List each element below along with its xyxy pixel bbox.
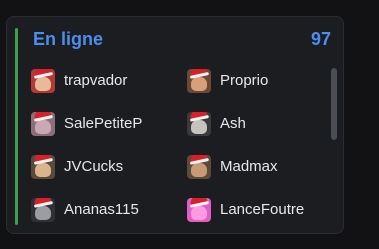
user-item-trapvador[interactable]: trapvador [31,68,187,94]
user-name[interactable]: Ananas115 [64,201,139,219]
avatar-face [191,163,207,177]
user-name[interactable]: Madmax [220,158,278,176]
online-count: 97 [310,29,331,49]
user-item-jvcucks[interactable]: JVCucks [31,154,187,180]
santa-hat-icon [189,112,208,120]
avatar [31,112,55,136]
avatar-face [35,77,51,91]
user-name[interactable]: SalePetiteP [64,115,142,133]
avatar [187,112,211,136]
avatar-face [191,120,207,134]
avatar-face [35,163,51,177]
avatar [187,155,211,179]
avatar [31,155,55,179]
santa-hat-icon [33,112,52,120]
user-name[interactable]: Proprio [220,72,268,90]
avatar [31,198,55,222]
user-name[interactable]: Ash [220,115,246,133]
avatar-face [35,120,51,134]
user-item-salepetitep[interactable]: SalePetiteP [31,111,187,137]
user-name[interactable]: trapvador [64,72,127,90]
avatar-face [35,206,51,220]
avatar [187,198,211,222]
scrollbar-thumb[interactable] [331,68,337,140]
santa-hat-icon [33,198,52,206]
accent-bar [15,28,18,225]
user-item-madmax[interactable]: Madmax [187,154,321,180]
user-item-ananas115[interactable]: Ananas115 [31,197,187,223]
user-list: trapvador Proprio SalePetiteP Ash JVCuck… [31,68,321,233]
user-name[interactable]: JVCucks [64,158,123,176]
user-name[interactable]: LanceFoutre [220,201,304,219]
santa-hat-icon [189,155,208,163]
online-users-panel: En ligne 97 trapvador Proprio SalePetite… [6,16,344,234]
user-item-ash[interactable]: Ash [187,111,321,137]
santa-hat-icon [33,69,52,77]
santa-hat-icon [189,198,208,206]
avatar [31,69,55,93]
user-item-lancefoutre[interactable]: LanceFoutre [187,197,321,223]
user-item-proprio[interactable]: Proprio [187,68,321,94]
avatar [187,69,211,93]
santa-hat-icon [189,69,208,77]
avatar-face [191,77,207,91]
panel-title: En ligne [33,29,104,49]
avatar-face [191,206,207,220]
santa-hat-icon [33,155,52,163]
